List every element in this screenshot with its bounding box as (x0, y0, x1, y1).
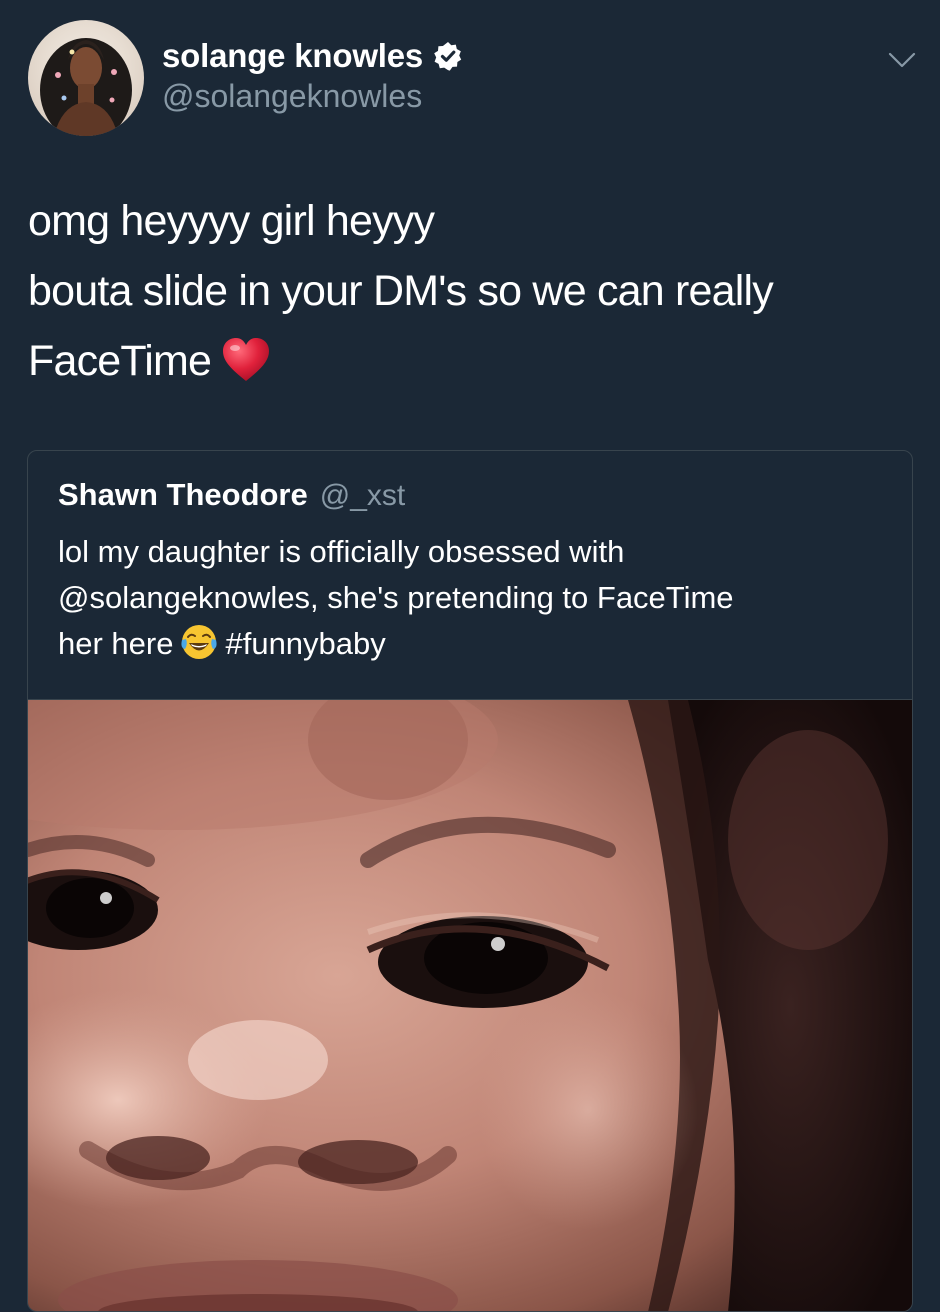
tweet-text-word: FaceTime (28, 337, 212, 385)
quoted-display-name[interactable]: Shawn Theodore (58, 477, 308, 513)
hashtag-link[interactable]: #funnybaby (225, 626, 385, 661)
author-name-row: solange knowles (162, 36, 463, 76)
quoted-tweet-text: lol my daughter is officially obsessed w… (58, 529, 888, 667)
verified-badge-icon (433, 41, 463, 71)
quoted-text-line: lol my daughter is officially obsessed w… (58, 534, 625, 569)
video-thumbnail[interactable] (28, 699, 912, 1311)
chevron-down-icon[interactable] (884, 48, 920, 72)
tweet-text-line: omg heyyyy girl heyyy (28, 197, 435, 245)
quoted-text-line: @solangeknowles, she's pretending to Fac… (58, 580, 734, 615)
tweet-text-line: FaceTime (28, 326, 908, 396)
tweet-text-line: bouta slide in your DM's so we can reall… (28, 267, 774, 315)
display-name[interactable]: solange knowles (162, 37, 423, 75)
red-heart-icon (221, 334, 271, 381)
author-handle[interactable]: @solangeknowles (162, 78, 422, 115)
avatar[interactable] (28, 20, 144, 136)
quoted-text-word: her here (58, 626, 174, 661)
quoted-handle[interactable]: @_xst (320, 479, 405, 513)
quoted-text-line: her here #funnybaby (58, 621, 888, 667)
tweet: solange knowles @solangeknowles omg heyy… (0, 0, 940, 1312)
quoted-tweet-card[interactable]: Shawn Theodore @_xst lol my daughter is … (27, 450, 913, 1312)
face-with-tears-of-joy-icon (179, 622, 219, 662)
quoted-tweet-header: Shawn Theodore @_xst (58, 477, 405, 513)
tweet-text: omg heyyyy girl heyyy bouta slide in you… (28, 186, 908, 396)
